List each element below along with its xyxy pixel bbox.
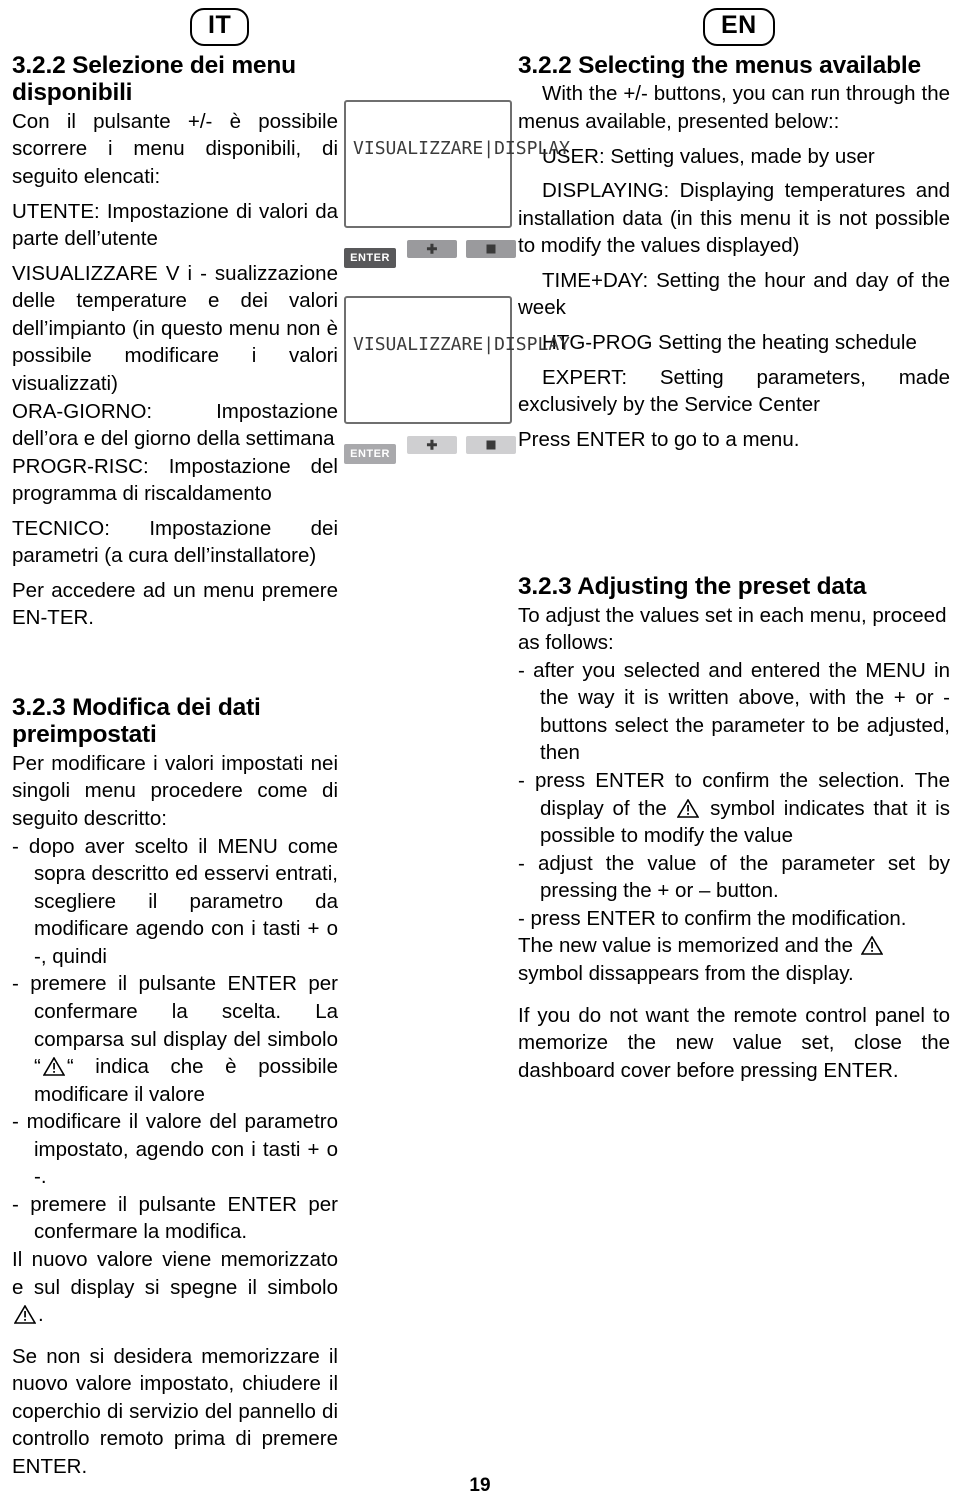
it-322-item-tecnico: TECNICO: Impostazione dei parametri (a c… <box>12 516 338 568</box>
it-heading-323: 3.2.3 Modifica dei dati preimpostati <box>12 694 261 749</box>
lcd-screen-bottom-text: VISUALIZZARE|DISPLAY <box>353 335 571 355</box>
it-323-intro: Per modificare i valori impostati nei si… <box>12 751 338 830</box>
en-323-bullet-3: - adjust the value of the parameter set … <box>518 851 950 903</box>
en-323-bullet-1: - after you selected and entered the MEN… <box>518 658 950 765</box>
en-323-last: If you do not want the remote control pa… <box>518 1003 950 1082</box>
en-322-outro: Press ENTER to go to a menu. <box>518 427 800 451</box>
enter-button-top[interactable]: ENTER <box>344 248 396 268</box>
plus-button-bottom[interactable]: ✚ <box>407 436 457 454</box>
warning-triangle-icon <box>42 1057 65 1076</box>
en-323-intro: To adjust the values set in each menu, p… <box>518 603 947 655</box>
it-322-intro: Con il pulsante +/- è possibile scorrere… <box>12 109 338 188</box>
it-323-bullet-3: - modificare il valore del parametro imp… <box>12 1110 338 1189</box>
it-322-item-visualizzare: VISUALIZZARE V i - sualizzazione delle t… <box>12 261 338 395</box>
english-column: 3.2.2 Selecting the menus available With… <box>518 52 950 1084</box>
it-322-item-progrisc: PROGR-RISC: Impostazione del programma d… <box>12 454 338 506</box>
warning-triangle-icon <box>860 936 883 956</box>
minus-icon <box>486 244 496 254</box>
en-323-bullet-4: - press ENTER to confirm the modificatio… <box>518 906 907 930</box>
it-322-outro: Per accedere ad un menu premere EN-TER. <box>12 578 338 630</box>
plus-button-top[interactable]: ✚ <box>407 240 457 258</box>
button-row-top: ENTER ✚ <box>344 240 516 276</box>
button-row-bottom: ENTER ✚ <box>344 436 516 472</box>
it-323-paragraph: Il nuovo valore viene memorizzato e sul … <box>12 1246 338 1329</box>
lcd-screen-bottom: VISUALIZZARE|DISPLAY <box>344 296 570 424</box>
en-heading-323: 3.2.3 Adjusting the preset data <box>518 573 867 601</box>
it-323-bullet-4: - premere il pulsante ENTER per conferma… <box>12 1192 338 1244</box>
plus-icon: ✚ <box>426 241 438 257</box>
it-323-bullet-1: - dopo aver scelto il MENU come sopra de… <box>12 834 338 968</box>
minus-button-top[interactable] <box>466 240 516 258</box>
en-322-item-user: USER: Setting values, made by user <box>542 144 875 168</box>
manual-page: IT EN 3.2.2 Selezione dei menu disponibi… <box>0 0 960 1511</box>
enter-button-bottom[interactable]: ENTER <box>344 444 396 464</box>
en-322-intro: With the +/- buttons, you can run throug… <box>518 82 950 133</box>
warning-triangle-icon <box>677 798 700 818</box>
it-323-para-b: . <box>38 1303 44 1327</box>
it-323-para-a: Il nuovo valore viene memorizzato e sul … <box>12 1248 338 1299</box>
it-323-bullet-2b: “ indica che è possibile modificare il v… <box>34 1055 338 1106</box>
lcd-screen-top-text: VISUALIZZARE|DISPLAY <box>353 139 571 159</box>
en-322-item-timeday: TIME+DAY: Setting the hour and day of th… <box>518 268 950 320</box>
it-322-item-oragiorno: ORA-GIORNO: Impostazione dell’ora e del … <box>12 399 338 451</box>
it-322-item-utente: UTENTE: Impostazione di valori da parte … <box>12 199 338 251</box>
page-number: 19 <box>469 1475 491 1496</box>
en-323-para-b: symbol dissappears from the display. <box>518 961 854 985</box>
en-heading-322: 3.2.2 Selecting the menus available <box>518 52 921 79</box>
en-323-bullet-2: - press ENTER to confirm the selection. … <box>518 767 950 850</box>
en-323-paragraph: The new value is memorized and the symbo… <box>518 932 950 987</box>
en-322-item-htgprog: HTG-PROG Setting the heating schedule <box>542 330 917 354</box>
it-323-last: Se non si desidera memorizzare il nuovo … <box>12 1344 338 1478</box>
lcd-screen-top: VISUALIZZARE|DISPLAY <box>344 100 570 228</box>
language-badge-it: IT <box>190 8 250 46</box>
it-323-bullet-2: - premere il pulsante ENTER per conferma… <box>12 970 338 1108</box>
italian-column: 3.2.2 Selezione dei menu disponibili Con… <box>12 52 338 1481</box>
en-323-para-a: The new value is memorized and the <box>518 934 859 958</box>
minus-icon <box>486 440 496 450</box>
en-322-item-displaying: DISPLAYING: Displaying temperatures and … <box>518 179 950 258</box>
en-322-item-expert: EXPERT: Setting parameters, made exclusi… <box>518 365 950 417</box>
it-heading-322: 3.2.2 Selezione dei menu disponibili <box>12 52 296 107</box>
language-badge-en: EN <box>703 8 775 46</box>
plus-icon: ✚ <box>426 437 438 453</box>
minus-button-bottom[interactable] <box>466 436 516 454</box>
warning-triangle-icon <box>14 1305 36 1324</box>
remote-control-display-figure: VISUALIZZARE|DISPLAY ENTER ✚ VISUALIZZAR… <box>344 100 570 516</box>
